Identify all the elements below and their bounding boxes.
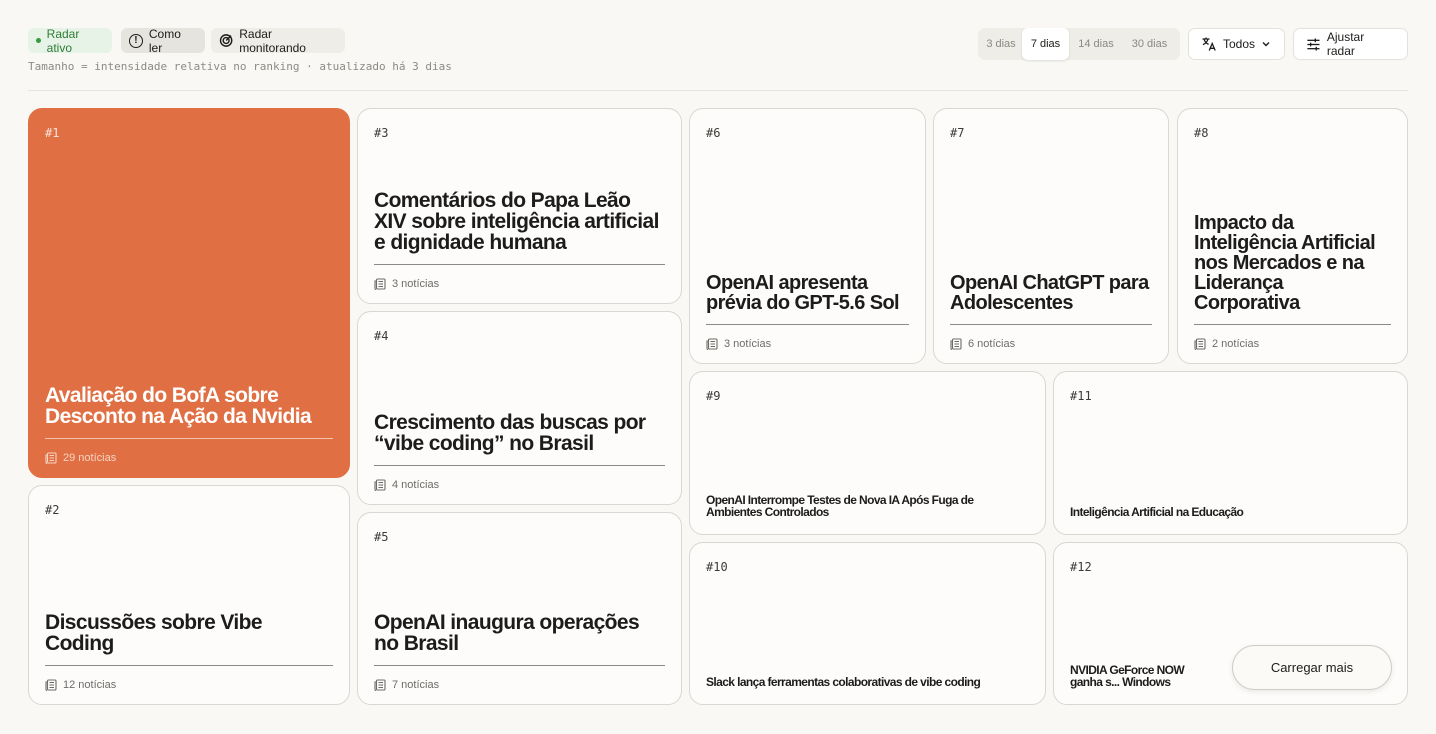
news-icon [1194, 338, 1206, 350]
adjust-radar-button[interactable]: Ajustar radar [1293, 28, 1408, 60]
topic-divider [374, 665, 665, 666]
language-filter-label: Todos [1223, 37, 1256, 51]
adjust-radar-label: Ajustar radar [1326, 30, 1365, 58]
topic-news-count: 4 notícias [392, 479, 440, 491]
topic-card-7[interactable]: #7 OpenAI ChatGPT para Adolescentes 6 no… [933, 108, 1169, 364]
how-to-read-label: Como ler [148, 26, 181, 55]
topic-rank: #4 [374, 329, 389, 343]
topic-rank: #9 [706, 389, 721, 403]
news-icon [950, 338, 962, 350]
topic-title: OpenAI Interrompe Testes de Nova IA Após… [706, 493, 974, 519]
topic-rank: #6 [706, 126, 721, 140]
topic-news-count: 6 notícias [968, 338, 1016, 350]
topic-rank: #11 [1070, 389, 1092, 403]
topic-rank: #7 [950, 126, 965, 140]
radar-status-label: Radar ativo [46, 26, 80, 55]
topic-card-2[interactable]: #2 Discussões sobre Vibe Coding 12 notíc… [28, 485, 350, 705]
radar-icon [219, 34, 233, 47]
radar-status-badge: Radar ativo [28, 26, 112, 55]
topic-rank: #3 [374, 126, 389, 140]
news-icon [374, 479, 386, 491]
topic-news-count: 3 notícias [392, 278, 440, 290]
period-option-3d[interactable]: 3 dias [980, 28, 1022, 60]
topic-title: OpenAI ChatGPT para Adolescentes [950, 272, 1149, 314]
topic-divider [374, 264, 665, 265]
period-selector: 3 dias 7 dias 14 dias 30 dias [978, 28, 1180, 60]
topic-news-count: 3 notícias [724, 338, 772, 350]
topic-rank: #10 [706, 560, 728, 574]
topic-divider [950, 324, 1152, 325]
news-icon [45, 679, 57, 691]
period-option-30d[interactable]: 30 dias [1123, 28, 1176, 60]
topic-divider [45, 665, 333, 666]
topic-card-5[interactable]: #5 OpenAI inaugura operações no Brasil 7… [357, 512, 682, 705]
topic-card-10[interactable]: #10 Slack lança ferramentas colaborativa… [689, 542, 1046, 705]
topic-title: Crescimento das buscas por “vibe coding”… [374, 411, 646, 455]
topic-rank: #8 [1194, 126, 1209, 140]
news-icon [374, 679, 386, 691]
topic-divider [1194, 324, 1391, 325]
radar-monitoring-button[interactable]: Radar monitorando [211, 26, 345, 55]
topic-title: Slack lança ferramentas colaborativas de… [706, 675, 981, 689]
topic-title: Discussões sobre Vibe Coding [45, 611, 263, 655]
topic-title: Avaliação do BofA sobre Desconto na Ação… [45, 384, 312, 428]
translate-icon [1202, 37, 1216, 51]
language-filter-dropdown[interactable]: Todos [1188, 28, 1285, 60]
topic-news-count: 29 notícias [63, 452, 117, 464]
topic-divider [374, 465, 665, 466]
topic-divider [45, 438, 333, 439]
topic-title: Inteligência Artificial na Educação [1070, 505, 1244, 519]
topic-title: OpenAI apresenta prévia do GPT-5.6 Sol [706, 272, 900, 314]
topic-rank: #2 [45, 503, 60, 517]
topic-rank: #5 [374, 530, 389, 544]
topic-card-4[interactable]: #4 Crescimento das buscas por “vibe codi… [357, 311, 682, 505]
topic-card-3[interactable]: #3 Comentários do Papa Leão XIV sobre in… [357, 108, 682, 304]
topic-card-6[interactable]: #6 OpenAI apresenta prévia do GPT-5.6 So… [689, 108, 926, 364]
news-icon [706, 338, 718, 350]
topic-rank: #12 [1070, 560, 1092, 574]
status-dot-icon [36, 38, 41, 43]
news-icon [374, 278, 386, 290]
header-divider [28, 90, 1408, 91]
topic-card-11[interactable]: #11 Inteligência Artificial na Educação [1053, 371, 1408, 535]
period-option-14d[interactable]: 14 dias [1069, 28, 1123, 60]
ranking-subtitle: Tamanho = intensidade relativa no rankin… [28, 60, 452, 73]
chevron-down-icon [1262, 42, 1270, 47]
news-icon [45, 452, 57, 464]
topic-news-count: 7 notícias [392, 679, 440, 691]
topic-news-count: 12 notícias [63, 679, 117, 691]
topic-title: OpenAI inaugura operações no Brasil [374, 611, 640, 655]
topic-news-count: 2 notícias [1212, 338, 1260, 350]
topic-title: Impacto da Inteligência Artificial nos M… [1194, 212, 1376, 314]
info-icon: ! [129, 33, 143, 48]
period-option-7d[interactable]: 7 dias [1022, 28, 1069, 60]
load-more-button[interactable]: Carregar mais [1232, 645, 1392, 690]
topic-card-1[interactable]: #1 Avaliação do BofA sobre Desconto na A… [28, 108, 350, 478]
topic-rank: #1 [45, 126, 60, 140]
how-to-read-button[interactable]: ! Como ler [121, 26, 205, 55]
radar-monitoring-label: Radar monitorando [239, 26, 306, 55]
sliders-icon [1307, 37, 1320, 51]
topic-title: NVIDIA GeForce NOW ganha s... Windows [1070, 663, 1185, 689]
topic-divider [706, 324, 909, 325]
topic-title: Comentários do Papa Leão XIV sobre intel… [374, 189, 659, 254]
topic-card-8[interactable]: #8 Impacto da Inteligência Artificial no… [1177, 108, 1408, 364]
topic-card-9[interactable]: #9 OpenAI Interrompe Testes de Nova IA A… [689, 371, 1046, 535]
